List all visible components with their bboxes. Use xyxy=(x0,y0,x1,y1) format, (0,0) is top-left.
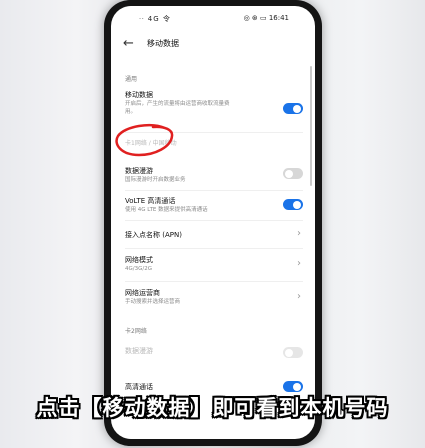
scrollbar[interactable] xyxy=(310,66,312,186)
page-title: 移动数据 xyxy=(147,39,179,48)
network-mode-value: 4G/3G/2G xyxy=(125,266,152,272)
network-operator-row[interactable]: 网络运营商 手动搜索并选择运营商 xyxy=(125,288,307,306)
status-bar: ᐧᐧ 4G 令 ◎ ⊛ ▭ 16:41 xyxy=(111,6,315,26)
chevron-right-icon: › xyxy=(297,258,301,269)
divider xyxy=(125,281,303,282)
battery-time-status: ◎ ⊛ ▭ 16:41 xyxy=(243,14,289,22)
data-roaming-row[interactable]: 数据漫游 国际漫游时开启数据业务 xyxy=(125,166,307,184)
mobile-data-toggle[interactable] xyxy=(283,103,303,114)
divider xyxy=(125,248,303,249)
chevron-right-icon: › xyxy=(297,291,301,302)
chevron-right-icon: › xyxy=(297,228,301,239)
sim2-volte-label: 高清通话 xyxy=(125,383,153,391)
caption-overlay: 点击【移动数据】即可看到本机号码 xyxy=(36,396,389,420)
volte-desc: 使用 4G LTE 数据来提供高清通话 xyxy=(125,207,208,213)
network-mode-label: 网络模式 xyxy=(125,256,153,264)
divider xyxy=(125,220,303,221)
sim2-volte-row[interactable]: 高清通话 xyxy=(125,382,307,392)
signal-status: ᐧᐧ 4G 令 xyxy=(139,15,171,23)
data-roaming-toggle[interactable] xyxy=(283,168,303,179)
volte-label: VoLTE 高清通话 xyxy=(125,197,176,205)
data-roaming-desc: 国际漫游时开启数据业务 xyxy=(125,177,186,183)
back-arrow-icon[interactable]: ← xyxy=(123,36,139,52)
apn-label: 接入点名称 (APN) xyxy=(125,231,182,239)
volte-row[interactable]: VoLTE 高清通话 使用 4G LTE 数据来提供高清通话 xyxy=(125,196,307,214)
divider xyxy=(125,190,303,191)
toggle-knob xyxy=(293,200,301,209)
page-header: ← 移动数据 xyxy=(111,34,315,60)
sim2-volte-toggle[interactable] xyxy=(283,381,303,392)
mobile-data-desc-2: 用。 xyxy=(125,109,137,115)
volte-toggle[interactable] xyxy=(283,199,303,210)
red-circle-annotation xyxy=(115,124,174,157)
data-roaming-label: 数据漫游 xyxy=(125,167,153,175)
network-operator-label: 网络运营商 xyxy=(125,289,160,297)
network-operator-desc: 手动搜索并选择运营商 xyxy=(125,299,181,305)
network-mode-row[interactable]: 网络模式 4G/3G/2G xyxy=(125,255,307,273)
toggle-knob xyxy=(293,104,301,113)
mobile-data-label: 移动数据 xyxy=(125,91,153,99)
mobile-data-desc: 开启后，产生的流量将由运营商收取流量费 xyxy=(125,101,230,107)
toggle-knob xyxy=(285,169,293,178)
sim2-data-row[interactable]: 数据漫游 xyxy=(125,346,307,356)
sim2-data-toggle[interactable] xyxy=(283,347,303,358)
sim2-data-label: 数据漫游 xyxy=(125,347,153,355)
section-sim2-label: 卡2网络 xyxy=(125,328,147,335)
toggle-knob xyxy=(285,348,293,357)
toggle-knob xyxy=(293,382,301,391)
phone-frame: ᐧᐧ 4G 令 ◎ ⊛ ▭ 16:41 ← 移动数据 通用 移动数据 开启后，产… xyxy=(104,0,322,446)
apn-row[interactable]: 接入点名称 (APN) xyxy=(125,230,307,240)
phone-screen: ᐧᐧ 4G 令 ◎ ⊛ ▭ 16:41 ← 移动数据 通用 移动数据 开启后，产… xyxy=(111,6,315,439)
mobile-data-row[interactable]: 移动数据 开启后，产生的流量将由运营商收取流量费 用。 xyxy=(125,90,307,116)
section-general-label: 通用 xyxy=(125,76,138,83)
